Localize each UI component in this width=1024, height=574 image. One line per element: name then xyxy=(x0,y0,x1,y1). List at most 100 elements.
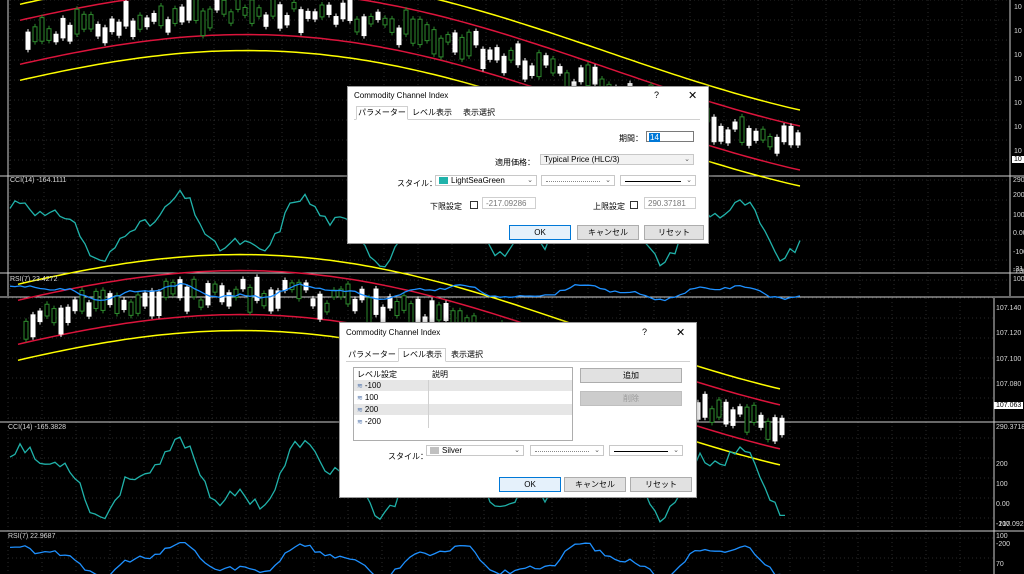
cci-axis-bottom-label-3: 0.00 xyxy=(996,501,1010,508)
lower-limit-input[interactable]: -217.09286 xyxy=(482,197,536,209)
dialog-tabs: パラメーター レベル表示 表示選択 xyxy=(354,106,700,120)
upper-limit-checkbox[interactable] xyxy=(630,201,638,209)
levels-table[interactable]: レベル設定 説明 ≋ -100 ≋ 100 ≋ 200 ≋ -200 xyxy=(353,367,573,441)
applied-price-select[interactable]: Typical Price (HLC/3) ⌄ xyxy=(540,154,694,165)
reset-button[interactable]: リセット xyxy=(644,225,704,240)
price-axis-top-label-3: 10 xyxy=(1014,76,1022,83)
tab-levels[interactable]: レベル表示 xyxy=(408,107,456,119)
bottom-price-candle-body xyxy=(415,298,421,323)
top-price-candle-body xyxy=(431,29,437,55)
top-price-candle-body xyxy=(235,0,241,10)
close-icon[interactable]: ✕ xyxy=(676,326,685,339)
top-price-candle-body xyxy=(249,0,255,24)
bottom-price-candle-body xyxy=(765,420,771,440)
list-item[interactable]: ≋ -100 xyxy=(354,380,572,391)
bottom-price-candle-body xyxy=(443,303,449,322)
style-color-select[interactable]: Silver ⌄ xyxy=(426,445,524,456)
delete-level-button[interactable]: 削除 xyxy=(580,391,682,406)
bottom-price-candle-body xyxy=(121,299,127,311)
period-input[interactable]: 14 xyxy=(646,131,694,142)
bottom-price-candle-body xyxy=(282,279,288,291)
dialog-titlebar[interactable]: Commodity Channel Index ? ✕ xyxy=(348,87,708,103)
period-label: 期間： xyxy=(619,134,643,143)
bottom-price-candle-body xyxy=(37,310,43,323)
bottom-price-candle-body xyxy=(170,281,176,295)
lower-limit-checkbox[interactable] xyxy=(470,201,478,209)
top-price-candle-body xyxy=(32,26,38,43)
top-price-candle-body xyxy=(179,6,185,23)
list-item[interactable]: ≋ 200 xyxy=(354,404,572,415)
cancel-button[interactable]: キャンセル xyxy=(564,477,626,492)
list-item[interactable]: ≋ -200 xyxy=(354,416,572,427)
style-label: スタイル： xyxy=(397,179,437,188)
cci-panel-label-top: CCI(14) -164.1111 xyxy=(10,177,67,184)
top-price-candle-body xyxy=(256,7,262,17)
top-price-candle-body xyxy=(123,1,129,27)
bottom-price-candle-body xyxy=(51,308,57,324)
ok-button[interactable]: OK xyxy=(499,477,561,492)
level-value: -200 xyxy=(364,417,381,426)
help-icon[interactable]: ? xyxy=(654,90,659,100)
bottom-price-candle-body xyxy=(352,298,358,312)
tab-levels[interactable]: レベル表示 xyxy=(398,348,446,362)
help-icon[interactable]: ? xyxy=(642,327,647,337)
list-item[interactable]: ≋ 100 xyxy=(354,392,572,403)
cancel-button[interactable]: キャンセル xyxy=(577,225,639,240)
top-price-candle-body xyxy=(263,14,269,27)
bottom-price-candle-body xyxy=(317,293,323,320)
top-price-candle-body xyxy=(417,18,423,46)
color-swatch xyxy=(430,447,439,454)
bottom-price-candle-body xyxy=(702,393,708,418)
bottom-price-candle-body xyxy=(723,401,729,425)
top-price-candle-body xyxy=(333,16,339,25)
bottom-price-candle-body xyxy=(429,300,435,323)
top-price-candle-body xyxy=(403,9,409,35)
chevron-down-icon: ⌄ xyxy=(673,447,679,454)
top-price-candle-body xyxy=(515,43,521,66)
level-line-icon: ≋ xyxy=(357,407,363,414)
applied-price-value: Typical Price (HLC/3) xyxy=(544,155,620,164)
top-price-candle-body xyxy=(312,11,318,20)
ok-button[interactable]: OK xyxy=(509,225,571,240)
top-price-candle-body xyxy=(25,31,31,50)
top-price-candle-body xyxy=(487,49,493,60)
period-value: 14 xyxy=(649,133,660,142)
bottom-price-candle-body xyxy=(86,302,92,317)
top-price-candle-body xyxy=(130,20,136,38)
top-price-candle-body xyxy=(396,27,402,46)
applied-price-label: 適用価格： xyxy=(495,158,535,167)
bottom-price-candle-body xyxy=(30,314,36,338)
close-icon[interactable]: ✕ xyxy=(688,89,697,102)
line-style-select[interactable]: ⌄ xyxy=(541,175,615,186)
line-style-select[interactable]: ⌄ xyxy=(530,445,604,456)
level-value: -100 xyxy=(364,381,381,390)
tab-visualization[interactable]: 表示選択 xyxy=(446,349,488,361)
chevron-down-icon: ⌄ xyxy=(514,447,520,454)
top-price-candle-body xyxy=(46,28,52,41)
dialog-title: Commodity Channel Index xyxy=(354,91,449,100)
bottom-price-candle-body xyxy=(779,417,785,436)
bottom-price-candle-body xyxy=(744,406,750,433)
tab-visualization[interactable]: 表示選択 xyxy=(458,107,500,119)
tab-parameters[interactable]: パラメーター xyxy=(348,349,396,361)
reset-button[interactable]: リセット xyxy=(630,477,692,492)
top-price-candle-body xyxy=(214,0,220,11)
top-price-candle-body xyxy=(585,64,591,87)
add-level-button[interactable]: 追加 xyxy=(580,368,682,383)
levels-table-header: レベル設定 説明 xyxy=(354,369,572,380)
top-price-candle-body xyxy=(326,4,332,15)
top-price-candle-body xyxy=(781,125,787,143)
line-width-select[interactable]: ⌄ xyxy=(620,175,696,186)
top-price-candle-body xyxy=(578,67,584,83)
top-price-candle-body xyxy=(368,15,374,25)
top-price-candle-body xyxy=(501,55,507,74)
dialog-titlebar[interactable]: Commodity Channel Index ? ✕ xyxy=(340,323,696,339)
top-price-candle-body xyxy=(186,0,192,21)
tab-parameters[interactable]: パラメーター xyxy=(356,106,408,120)
upper-limit-input[interactable]: 290.37181 xyxy=(644,197,696,209)
style-color-select[interactable]: LightSeaGreen ⌄ xyxy=(435,175,537,186)
price-axis-top-label-1: 10 xyxy=(1014,28,1022,35)
cci-axis-top-label-4: -100 xyxy=(1013,249,1024,256)
line-width-select[interactable]: ⌄ xyxy=(609,445,683,456)
top-price-candle-body xyxy=(207,8,213,29)
